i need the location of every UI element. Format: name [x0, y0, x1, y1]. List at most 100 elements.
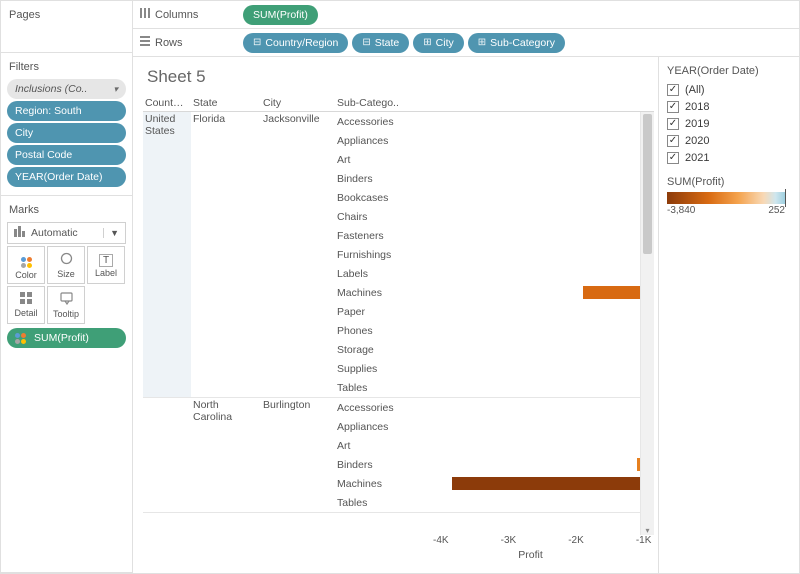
- legend-title: SUM(Profit): [667, 176, 791, 188]
- year-checkbox-4[interactable]: ✓2021: [667, 149, 791, 166]
- rows-pill-2[interactable]: ⊞City: [413, 33, 463, 53]
- columns-pill[interactable]: SUM(Profit): [243, 5, 318, 25]
- subcategory-label: Appliances: [335, 135, 407, 147]
- hdr-city[interactable]: City: [261, 95, 335, 111]
- filters-title: Filters: [7, 59, 126, 75]
- bar[interactable]: [452, 477, 640, 490]
- table-row[interactable]: Phones: [335, 321, 640, 340]
- color-legend: SUM(Profit) -3,840 252: [667, 176, 791, 216]
- bar-zone: [407, 188, 640, 207]
- table-row[interactable]: Accessories: [335, 112, 640, 131]
- table-row[interactable]: Storage: [335, 340, 640, 359]
- marks-title: Marks: [7, 202, 126, 218]
- chevron-down-icon: ▼: [103, 228, 119, 238]
- vertical-scrollbar[interactable]: ▴ ▾: [640, 112, 654, 535]
- bar-zone: [407, 417, 640, 436]
- x-axis: -4K-3K-2K-1K0K Profit: [407, 535, 654, 565]
- table-row[interactable]: Paper: [335, 302, 640, 321]
- subcategory-label: Fasteners: [335, 230, 407, 242]
- table-row[interactable]: Art: [335, 436, 640, 455]
- city-label: Jacksonville: [261, 112, 335, 397]
- filter-pill-1[interactable]: Region: South: [7, 101, 126, 121]
- table-row[interactable]: Bookcases: [335, 188, 640, 207]
- marks-tooltip-button[interactable]: Tooltip: [47, 286, 85, 324]
- legend-min: -3,840: [667, 205, 695, 216]
- rows-pill-1[interactable]: ⊟State: [352, 33, 409, 53]
- hdr-subcategory[interactable]: Sub-Catego..: [335, 95, 407, 111]
- table-row[interactable]: Accessories: [335, 398, 640, 417]
- subcategory-label: Tables: [335, 382, 407, 394]
- group-0: UnitedStatesFloridaJacksonvilleAccessori…: [143, 112, 640, 398]
- table-row[interactable]: Tables: [335, 378, 640, 397]
- checkbox-icon: ✓: [667, 152, 679, 164]
- columns-icon: [139, 7, 151, 22]
- bar-zone: [407, 150, 640, 169]
- bar-zone: [407, 131, 640, 150]
- rows-pill-3[interactable]: ⊞Sub-Category: [468, 33, 565, 53]
- bar-zone: [407, 245, 640, 264]
- bar-zone: [407, 493, 640, 512]
- table-row[interactable]: Machines: [335, 474, 640, 493]
- rows-shelf[interactable]: Rows ⊟Country/Region⊟State⊞City⊞Sub-Cate…: [133, 29, 799, 57]
- marks-label-button[interactable]: TLabel: [87, 246, 125, 284]
- subcategory-label: Accessories: [335, 402, 407, 414]
- year-checkbox-0[interactable]: ✓(All): [667, 81, 791, 98]
- marks-color-button[interactable]: Color: [7, 246, 45, 284]
- table-row[interactable]: Appliances: [335, 417, 640, 436]
- bar-zone: [407, 398, 640, 417]
- filter-pill-4[interactable]: YEAR(Order Date): [7, 167, 126, 187]
- pages-title: Pages: [7, 7, 126, 23]
- table-row[interactable]: Binders: [335, 169, 640, 188]
- pages-card: Pages: [1, 1, 132, 53]
- axis-tick: -1K: [636, 535, 652, 546]
- scroll-down-icon[interactable]: ▾: [641, 526, 654, 535]
- year-checkbox-2[interactable]: ✓2019: [667, 115, 791, 132]
- hdr-state[interactable]: State: [191, 95, 261, 111]
- table-row[interactable]: Binders: [335, 455, 640, 474]
- columns-shelf[interactable]: Columns SUM(Profit): [133, 1, 799, 29]
- scrollbar-thumb[interactable]: [643, 114, 652, 254]
- subcategory-label: Phones: [335, 325, 407, 337]
- subcategory-label: Labels: [335, 268, 407, 280]
- bar[interactable]: [583, 286, 640, 299]
- filter-pill-2[interactable]: City: [7, 123, 126, 143]
- bar-zone: [407, 264, 640, 283]
- country-label: UnitedStates: [143, 112, 191, 397]
- table-row[interactable]: Fasteners: [335, 226, 640, 245]
- marks-color-pill[interactable]: SUM(Profit): [7, 328, 126, 348]
- color-icon: [21, 251, 32, 268]
- year-checkbox-3[interactable]: ✓2020: [667, 132, 791, 149]
- bar-zone: [407, 302, 640, 321]
- chart-body[interactable]: UnitedStatesFloridaJacksonvilleAccessori…: [143, 112, 640, 535]
- rows-pill-0[interactable]: ⊟Country/Region: [243, 33, 348, 53]
- filter-pill-3[interactable]: Postal Code: [7, 145, 126, 165]
- table-row[interactable]: Art: [335, 150, 640, 169]
- table-row[interactable]: Tables: [335, 493, 640, 512]
- year-filter-title: YEAR(Order Date): [667, 65, 791, 77]
- subcategory-label: Tables: [335, 497, 407, 509]
- subcategory-label: Storage: [335, 344, 407, 356]
- table-row[interactable]: Furnishings: [335, 245, 640, 264]
- subcategory-label: Furnishings: [335, 249, 407, 261]
- marks-detail-button[interactable]: Detail: [7, 286, 45, 324]
- table-row[interactable]: Labels: [335, 264, 640, 283]
- year-checkbox-1[interactable]: ✓2018: [667, 98, 791, 115]
- table-row[interactable]: Supplies: [335, 359, 640, 378]
- axis-tick: -3K: [501, 535, 517, 546]
- table-row[interactable]: Machines: [335, 283, 640, 302]
- checkbox-icon: ✓: [667, 101, 679, 113]
- marks-size-button[interactable]: Size: [47, 246, 85, 284]
- filter-pill-0[interactable]: Inclusions (Co..▾: [7, 79, 126, 99]
- subcategory-label: Bookcases: [335, 192, 407, 204]
- table-row[interactable]: Chairs: [335, 207, 640, 226]
- subcategory-label: Paper: [335, 306, 407, 318]
- label-icon: T: [99, 252, 113, 266]
- marks-type-select[interactable]: Automatic ▼: [7, 222, 126, 244]
- subcategory-label: Binders: [335, 173, 407, 185]
- state-label: NorthCarolina: [191, 398, 261, 512]
- chevron-down-icon: ▾: [113, 84, 118, 95]
- state-label: Florida: [191, 112, 261, 397]
- legend-gradient[interactable]: [667, 192, 785, 204]
- table-row[interactable]: Appliances: [335, 131, 640, 150]
- hdr-country[interactable]: Count⊟/Re..: [143, 95, 191, 111]
